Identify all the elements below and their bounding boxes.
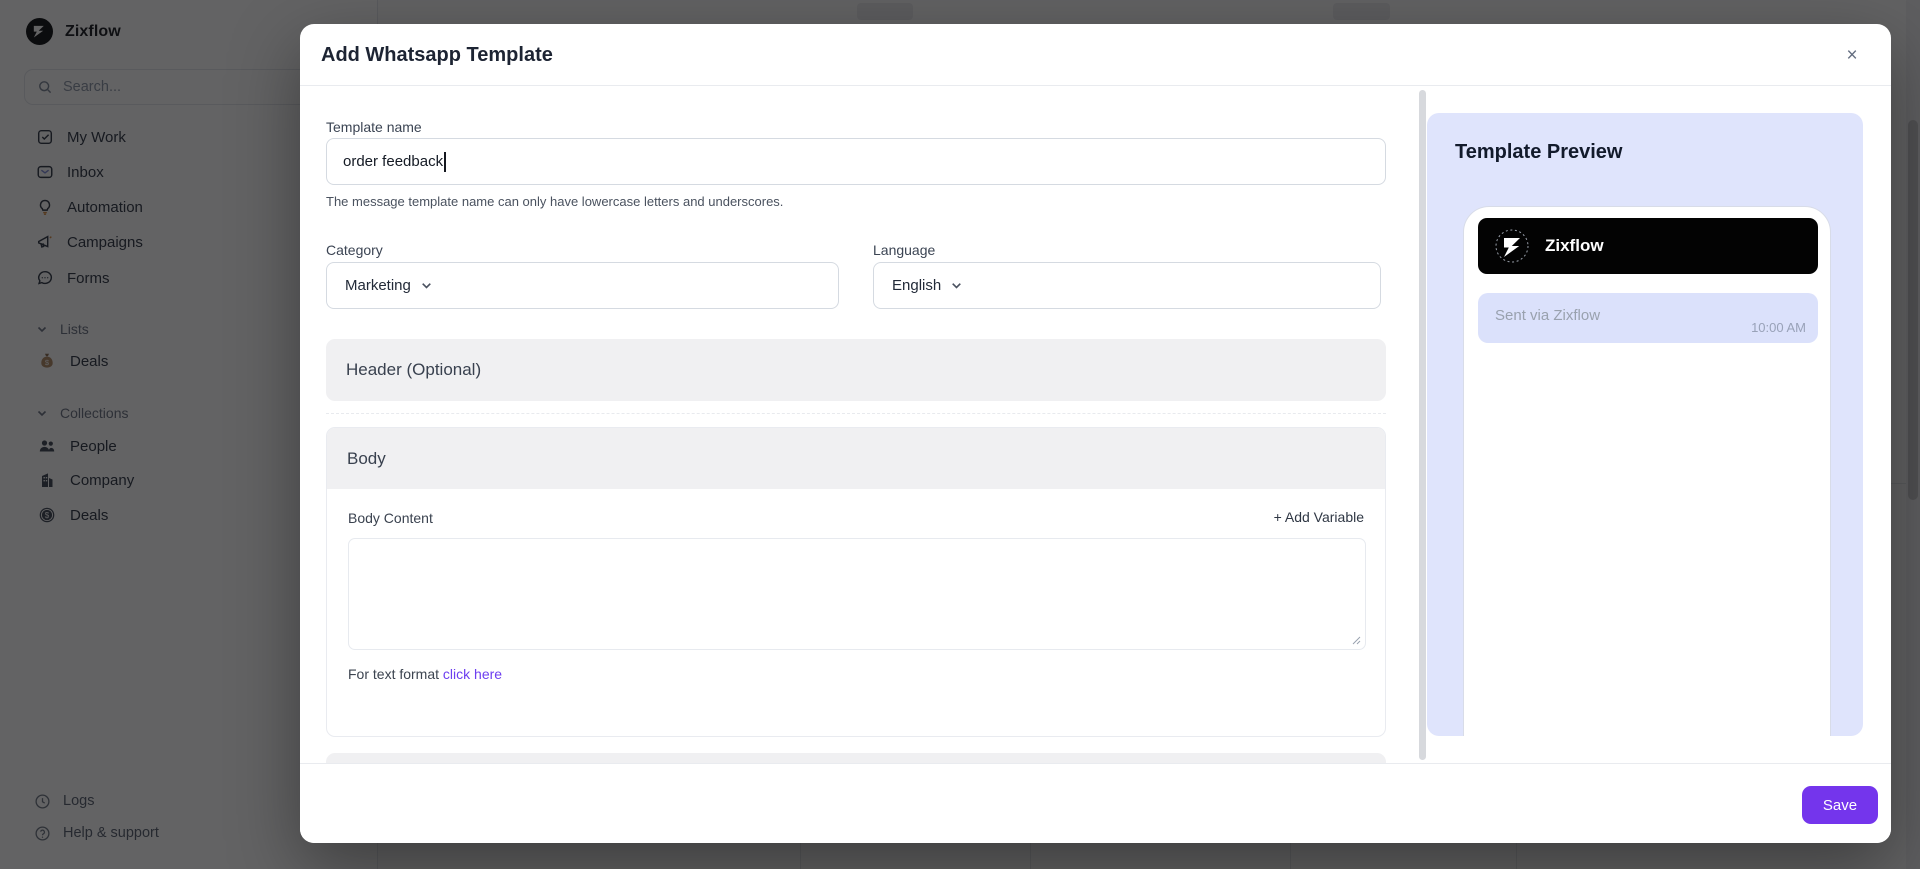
format-click-here-link[interactable]: click here (443, 666, 502, 682)
modal-title: Add Whatsapp Template (321, 24, 553, 86)
format-hint: For text format click here (348, 666, 502, 682)
screen: Zixflow My Work Inbox Automation (0, 0, 1920, 869)
phone-mockup: Zixflow Sent via Zixflow 10:00 AM (1463, 206, 1831, 736)
phone-brand-name: Zixflow (1545, 236, 1604, 256)
close-icon[interactable]: × (1839, 43, 1865, 69)
preview-message-bubble: Sent via Zixflow 10:00 AM (1478, 293, 1818, 343)
preview-message-text: Sent via Zixflow (1495, 307, 1600, 324)
body-content-label: Body Content (348, 510, 433, 526)
add-variable-button[interactable]: + Add Variable (1274, 509, 1364, 525)
body-section-bar: Body (327, 428, 1385, 489)
zixflow-logo-icon (1494, 228, 1530, 264)
template-name-input[interactable]: order feedback (326, 138, 1386, 185)
modal-footer: Save (300, 763, 1891, 843)
preview-title: Template Preview (1455, 141, 1622, 164)
language-value: English (892, 277, 941, 294)
template-name-helper: The message template name can only have … (326, 194, 783, 209)
phone-header: Zixflow (1478, 218, 1818, 274)
template-preview-panel: Template Preview Zixflow Sent via Zixflo… (1427, 113, 1863, 736)
preview-message-time: 10:00 AM (1751, 320, 1806, 335)
save-button[interactable]: Save (1802, 786, 1878, 824)
modal-scrollbar-thumb[interactable] (1419, 90, 1426, 760)
modal-header: Add Whatsapp Template × (300, 24, 1891, 86)
language-label: Language (873, 242, 935, 258)
language-select[interactable]: English (873, 262, 1381, 309)
template-name-label: Template name (326, 119, 422, 135)
text-caret (444, 152, 446, 172)
header-section-bar[interactable]: Header (Optional) (326, 339, 1386, 401)
category-select[interactable]: Marketing (326, 262, 839, 309)
template-name-value: order feedback (343, 153, 443, 170)
format-hint-text: For text format (348, 666, 439, 682)
chevron-down-icon (420, 279, 433, 292)
category-label: Category (326, 242, 383, 258)
section-separator (326, 413, 1386, 414)
body-section-card: Body Body Content + Add Variable For tex… (326, 427, 1386, 737)
category-value: Marketing (345, 277, 411, 294)
chevron-down-icon (950, 279, 963, 292)
body-content-textarea[interactable] (348, 538, 1366, 650)
add-whatsapp-template-modal: Add Whatsapp Template × Template name or… (300, 24, 1891, 843)
